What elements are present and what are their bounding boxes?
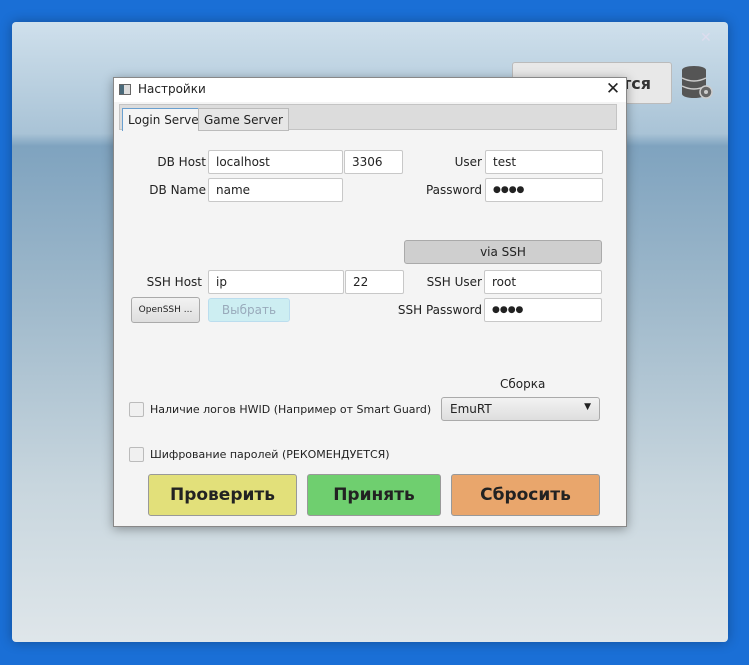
openssh-button[interactable]: OpenSSH ...	[131, 297, 200, 323]
choose-button[interactable]: Выбрать	[208, 298, 290, 322]
tab-game-server[interactable]: Game Server	[198, 108, 289, 131]
hwid-checkbox[interactable]	[129, 402, 144, 417]
check-button[interactable]: Проверить	[148, 474, 297, 516]
user-input[interactable]: test	[485, 150, 603, 174]
db-host-input[interactable]: localhost	[208, 150, 343, 174]
db-port-input[interactable]: 3306	[344, 150, 403, 174]
build-selected: EmuRT	[450, 402, 492, 416]
encrypt-label: Шифрование паролей (РЕКОМЕНДУЕТСЯ)	[150, 448, 390, 461]
background-close-button[interactable]: ✕	[700, 30, 712, 46]
app-icon	[119, 84, 131, 95]
accept-button[interactable]: Принять	[307, 474, 441, 516]
chevron-down-icon: ▼	[584, 402, 591, 412]
tab-bar: Login Server Game Server	[119, 104, 617, 131]
password-label: Password	[425, 183, 482, 197]
hwid-label: Наличие логов HWID (Например от Smart Gu…	[150, 403, 432, 416]
ssh-password-label: SSH Password	[397, 303, 482, 317]
build-label: Сборка	[500, 377, 546, 391]
reset-button[interactable]: Сбросить	[451, 474, 600, 516]
title-bar: Настройки ✕	[114, 78, 626, 102]
tab-login-server[interactable]: Login Server	[122, 108, 210, 131]
close-button[interactable]: ✕	[602, 78, 624, 100]
encrypt-checkbox[interactable]	[129, 447, 144, 462]
db-name-input[interactable]: name	[208, 178, 343, 202]
user-label: User	[454, 155, 482, 169]
dialog-title: Настройки	[138, 82, 206, 96]
settings-dialog: Настройки ✕ Login Server Game Server DB …	[113, 77, 627, 527]
build-select[interactable]: EmuRT ▼	[441, 397, 600, 421]
via-ssh-button[interactable]: via SSH	[404, 240, 602, 264]
ssh-host-label: SSH Host	[146, 275, 202, 289]
ssh-password-input[interactable]: ●●●●	[484, 298, 602, 322]
db-name-label: DB Name	[149, 183, 206, 197]
ssh-user-input[interactable]: root	[484, 270, 602, 294]
password-input[interactable]: ●●●●	[485, 178, 603, 202]
ssh-host-input[interactable]: ip	[208, 270, 344, 294]
db-host-label: DB Host	[157, 155, 206, 169]
database-settings-icon[interactable]	[680, 64, 714, 100]
ssh-user-label: SSH User	[426, 275, 482, 289]
